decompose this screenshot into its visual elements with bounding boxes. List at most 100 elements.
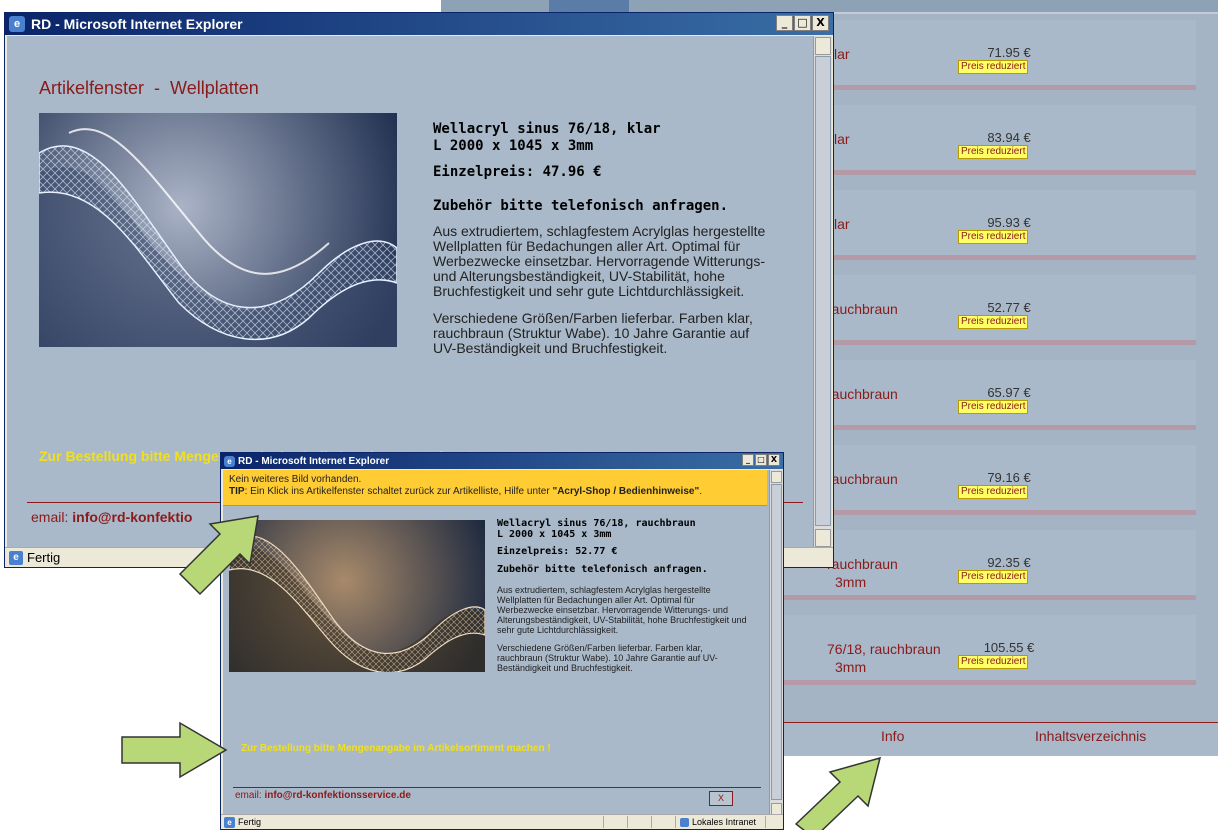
article-heading: Artikelfenster - Wellplatten bbox=[39, 78, 259, 98]
product-row-price: 92.35 € bbox=[987, 555, 1031, 570]
product-row-price: 105.55 € bbox=[983, 640, 1035, 655]
status-segment bbox=[603, 816, 627, 828]
ie-icon: e bbox=[224, 455, 235, 467]
product-row-price: 79.16 € bbox=[987, 470, 1031, 485]
description-paragraph: Verschiedene Größen/Farben lieferbar. Fa… bbox=[433, 310, 753, 356]
arrow-to-info-icon bbox=[794, 756, 882, 830]
price-reduced-badge: Preis reduziert bbox=[958, 315, 1029, 329]
close-button[interactable]: X bbox=[768, 454, 780, 466]
product-row-name[interactable]: rauchbraun bbox=[827, 470, 898, 488]
popup-content[interactable]: Kein weiteres Bild vorhanden. TIP: Ein K… bbox=[223, 470, 769, 816]
popup-window-title: RD - Microsoft Internet Explorer bbox=[238, 455, 390, 467]
divider bbox=[233, 787, 761, 788]
vertical-scrollbar[interactable] bbox=[813, 36, 832, 548]
resize-grip-icon[interactable] bbox=[765, 816, 783, 828]
product-row-size: 3mm bbox=[835, 574, 867, 590]
unit-price: Einzelpreis: 52.77 € bbox=[497, 546, 618, 557]
popup-window[interactable]: e RD - Microsoft Internet Explorer _ □ X… bbox=[220, 452, 784, 830]
product-row-name[interactable]: rauchbraun bbox=[827, 300, 898, 318]
arrow-to-tip-icon bbox=[178, 515, 259, 596]
no-image-note: Kein weiteres Bild vorhanden. bbox=[229, 474, 362, 485]
status-bar: e Fertig Lokales Intranet bbox=[221, 814, 783, 829]
accessory-note: Zubehör bitte telefonisch anfragen. bbox=[433, 198, 729, 214]
tip-label: TIP bbox=[229, 486, 245, 497]
maximize-button[interactable]: □ bbox=[755, 454, 767, 466]
product-row-variant: rauchbraun bbox=[827, 471, 898, 487]
product-row-price: 83.94 € bbox=[987, 130, 1031, 145]
price-reduced-badge: Preis reduziert bbox=[958, 485, 1029, 499]
page-icon: e bbox=[224, 816, 235, 828]
tip-line: TIP: Ein Klick ins Artikelfenster schalt… bbox=[229, 486, 761, 498]
intranet-icon bbox=[680, 817, 689, 827]
window-title: RD - Microsoft Internet Explorer bbox=[31, 16, 243, 32]
product-row-price: 65.97 € bbox=[987, 385, 1031, 400]
tip-box: Kein weiteres Bild vorhanden. TIP: Ein K… bbox=[223, 470, 767, 506]
toc-link[interactable]: Inhaltsverzeichnis bbox=[1035, 728, 1146, 744]
tip-text: : Ein Klick ins Artikelfenster schaltet … bbox=[244, 486, 553, 497]
page-icon: e bbox=[9, 550, 23, 565]
status-text: Fertig bbox=[238, 817, 262, 827]
description-paragraph: Verschiedene Größen/Farben lieferbar. Fa… bbox=[497, 643, 718, 673]
article-window-titlebar[interactable]: e RD - Microsoft Internet Explorer _ □ X bbox=[5, 13, 833, 35]
price-reduced-badge: Preis reduziert bbox=[958, 145, 1029, 159]
product-row-name[interactable]: 76/18, rauchbraun 3mm bbox=[827, 640, 941, 676]
product-description: Aus extrudiertem, schlagfestem Acrylglas… bbox=[433, 224, 773, 356]
product-name-line1: Wellacryl sinus 76/18, klar bbox=[433, 121, 661, 137]
product-row-price: 95.93 € bbox=[987, 215, 1031, 230]
product-row-price: 52.77 € bbox=[987, 300, 1031, 315]
product-row-size: 3mm bbox=[835, 659, 867, 675]
description-paragraph: Aus extrudiertem, schlagfestem Acrylglas… bbox=[497, 585, 747, 635]
unit-price: Einzelpreis: 47.96 € bbox=[433, 164, 602, 180]
product-dimensions: L 2000 x 1045 x 3mm bbox=[433, 138, 594, 154]
product-name-line1: Wellacryl sinus 76/18, rauchbraun bbox=[497, 518, 696, 529]
close-window-button[interactable]: X bbox=[709, 791, 733, 806]
shop-logo bbox=[549, 0, 629, 12]
email-line: email: info@rd-konfektio bbox=[31, 509, 192, 525]
product-row-variant: 76/18, rauchbraun bbox=[827, 641, 941, 657]
email-link[interactable]: info@rd-konfektionsservice.de bbox=[264, 790, 410, 801]
product-row-price: 71.95 € bbox=[987, 45, 1031, 60]
popup-window-titlebar[interactable]: e RD - Microsoft Internet Explorer _ □ X bbox=[221, 453, 783, 469]
product-row-name[interactable]: rauchbraun bbox=[827, 385, 898, 403]
scroll-down-arrow[interactable] bbox=[815, 529, 831, 547]
close-button[interactable]: X bbox=[812, 15, 829, 31]
price-reduced-badge: Preis reduziert bbox=[958, 60, 1029, 74]
product-row-variant: rauchbraun bbox=[827, 386, 898, 402]
popup-window-controls: _ □ X bbox=[742, 454, 780, 466]
zone-text: Lokales Intranet bbox=[692, 817, 757, 827]
product-row-name[interactable]: rauchbraun 3mm bbox=[827, 555, 898, 591]
minimize-button[interactable]: _ bbox=[742, 454, 754, 466]
email-label: email: bbox=[235, 790, 262, 801]
price-reduced-badge: Preis reduziert bbox=[958, 230, 1029, 244]
email-line: email: info@rd-konfektionsservice.de bbox=[235, 790, 411, 801]
price-reduced-badge: Preis reduziert bbox=[958, 655, 1029, 669]
zone-segment: Lokales Intranet bbox=[675, 816, 765, 828]
ie-icon: e bbox=[9, 16, 25, 32]
product-name: Wellacryl sinus 76/18, klar L 2000 x 104… bbox=[433, 121, 661, 155]
scroll-thumb[interactable] bbox=[815, 56, 831, 526]
scroll-up-arrow[interactable] bbox=[815, 37, 831, 55]
scroll-up-arrow[interactable] bbox=[771, 471, 782, 483]
help-link[interactable]: "Acryl-Shop / Bedienhinweise" bbox=[552, 486, 699, 497]
status-segment bbox=[651, 816, 675, 828]
info-link[interactable]: Info bbox=[881, 728, 904, 744]
vertical-scrollbar[interactable] bbox=[769, 470, 783, 816]
minimize-button[interactable]: _ bbox=[776, 15, 793, 31]
price-reduced-badge: Preis reduziert bbox=[958, 400, 1029, 414]
status-text: Fertig bbox=[27, 550, 61, 565]
product-name: Wellacryl sinus 76/18, rauchbraun L 2000… bbox=[497, 518, 696, 540]
product-row-variant: rauchbraun bbox=[827, 301, 898, 317]
tip-end: . bbox=[699, 486, 702, 497]
window-controls: _ □ X bbox=[776, 15, 829, 31]
arrow-to-order-icon bbox=[121, 721, 228, 779]
scroll-thumb[interactable] bbox=[771, 484, 782, 800]
description-paragraph: Aus extrudiertem, schlagfestem Acrylglas… bbox=[433, 223, 766, 299]
price-reduced-badge: Preis reduziert bbox=[958, 570, 1029, 584]
screenshot-stage: klar 71.95 € Preis reduziert klar 83.94 € Pre… bbox=[0, 0, 1218, 830]
status-segment bbox=[627, 816, 651, 828]
email-label: email: bbox=[31, 509, 69, 525]
maximize-button[interactable]: □ bbox=[794, 15, 811, 31]
status-segments: Lokales Intranet bbox=[603, 815, 783, 829]
order-note: Zur Bestellung bitte Mengenangabe im Art… bbox=[241, 743, 551, 754]
product-description: Aus extrudiertem, schlagfestem Acrylglas… bbox=[497, 585, 747, 673]
